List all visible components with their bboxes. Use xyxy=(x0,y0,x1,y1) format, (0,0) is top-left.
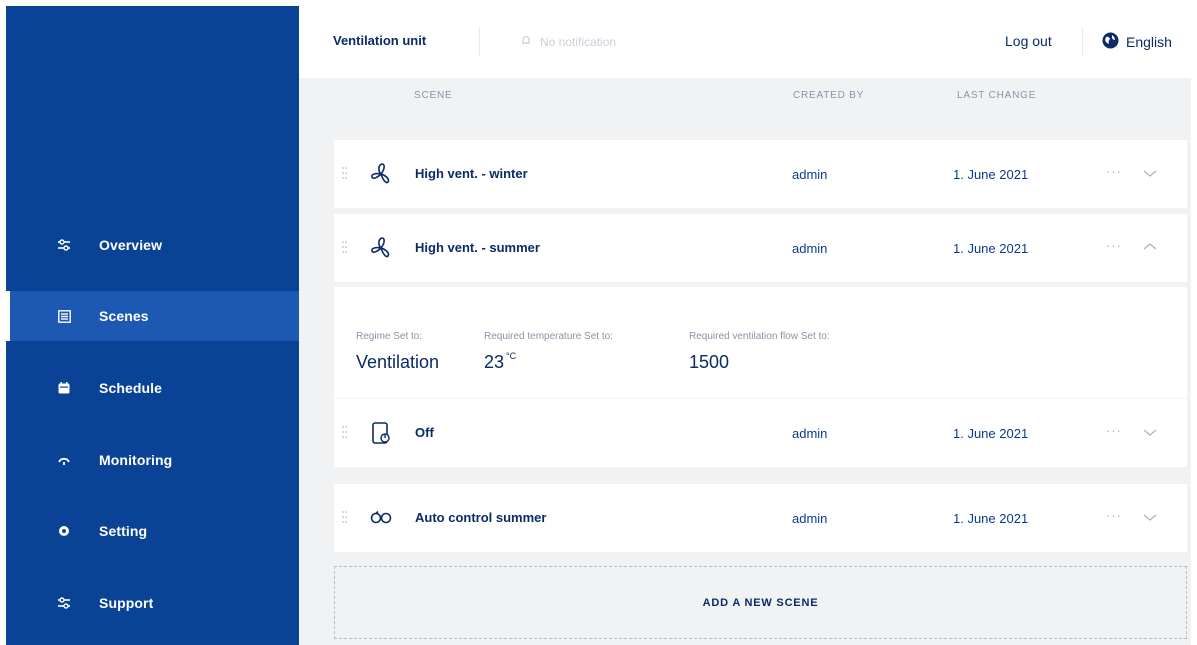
chevron-up-icon[interactable] xyxy=(1142,240,1158,252)
scene-name: Auto control summer xyxy=(415,510,547,525)
temperature-unit: °C xyxy=(506,351,517,361)
drag-handle-icon[interactable] xyxy=(342,511,348,525)
more-options-icon[interactable]: ··· xyxy=(1106,423,1122,438)
globe-icon xyxy=(1102,32,1119,52)
sidebar-item-label: Overview xyxy=(99,237,163,253)
notification-text: No notification xyxy=(540,34,617,49)
chevron-down-icon[interactable] xyxy=(1142,425,1158,437)
divider xyxy=(479,28,480,56)
scene-name: Off xyxy=(415,425,434,440)
column-header-scene: SCENE xyxy=(414,90,453,101)
sliders-icon xyxy=(56,595,72,611)
language-selector[interactable]: English xyxy=(1102,32,1172,52)
drag-handle-icon[interactable] xyxy=(342,241,348,255)
sidebar-item-monitoring[interactable]: Monitoring xyxy=(6,435,299,485)
last-change: 1. June 2021 xyxy=(953,241,1029,256)
more-options-icon[interactable]: ··· xyxy=(1106,164,1122,179)
calendar-icon xyxy=(56,380,72,396)
last-change: 1. June 2021 xyxy=(953,511,1029,526)
sidebar-item-label: Support xyxy=(99,595,154,611)
power-off-icon xyxy=(368,420,394,446)
main-content: Ventilation unit No notification Log out… xyxy=(299,6,1191,645)
sidebar-item-label: Setting xyxy=(99,523,148,539)
temperature-number: 23 xyxy=(484,352,505,372)
auto-control-icon xyxy=(368,505,394,531)
chevron-down-icon[interactable] xyxy=(1142,510,1158,522)
language-label: English xyxy=(1126,34,1172,50)
temperature-label: Required temperature Set to: xyxy=(484,331,613,342)
fan-icon xyxy=(368,161,394,187)
drag-handle-icon[interactable] xyxy=(342,426,348,440)
notification-status: No notification xyxy=(520,34,616,49)
divider xyxy=(1082,28,1083,56)
last-change: 1. June 2021 xyxy=(953,426,1029,441)
drag-handle-icon[interactable] xyxy=(342,167,348,181)
created-by: admin xyxy=(792,511,828,526)
divider xyxy=(334,286,1187,287)
sliders-icon xyxy=(56,237,72,253)
regime-value: Ventilation xyxy=(356,352,440,372)
column-header-last-change: LAST CHANGE xyxy=(957,90,1037,101)
scene-row[interactable]: High vent. - winter admin 1. June 2021 ·… xyxy=(334,140,1187,208)
add-new-scene-button[interactable]: ADD A NEW SCENE xyxy=(334,566,1187,639)
logout-link[interactable]: Log out xyxy=(1005,33,1052,49)
scene-name: High vent. - winter xyxy=(415,166,528,181)
created-by: admin xyxy=(792,167,828,182)
sidebar-item-label: Schedule xyxy=(99,380,163,396)
created-by: admin xyxy=(792,241,828,256)
flow-label: Required ventilation flow Set to: xyxy=(689,331,830,342)
scene-details-panel: Regime Set to: Required temperature Set … xyxy=(334,286,1187,398)
sidebar: Overview Scenes Schedule Monitoring Sett… xyxy=(6,6,299,645)
top-bar: Ventilation unit No notification Log out… xyxy=(299,6,1191,78)
unit-title: Ventilation unit xyxy=(333,33,427,48)
more-options-icon[interactable]: ··· xyxy=(1106,508,1122,523)
fan-icon xyxy=(368,235,394,261)
scene-row[interactable]: High vent. - summer admin 1. June 2021 ·… xyxy=(334,214,1187,282)
created-by: admin xyxy=(792,426,828,441)
more-options-icon[interactable]: ··· xyxy=(1106,238,1122,253)
scene-row[interactable]: Off admin 1. June 2021 ··· xyxy=(334,399,1187,467)
sidebar-item-scenes[interactable]: Scenes xyxy=(6,291,299,341)
last-change: 1. June 2021 xyxy=(953,167,1029,182)
list-icon xyxy=(56,308,72,324)
gear-icon xyxy=(56,523,72,539)
sidebar-item-label: Scenes xyxy=(99,308,149,324)
scene-name: High vent. - summer xyxy=(415,240,540,255)
sidebar-item-setting[interactable]: Setting xyxy=(6,506,299,556)
gauge-icon xyxy=(56,452,72,468)
temperature-value: 23 °C xyxy=(484,351,517,373)
chevron-down-icon[interactable] xyxy=(1142,166,1158,178)
sidebar-item-schedule[interactable]: Schedule xyxy=(6,363,299,413)
add-new-scene-label: ADD A NEW SCENE xyxy=(702,596,819,609)
flow-value: 1500 xyxy=(689,352,730,372)
sidebar-item-overview[interactable]: Overview xyxy=(6,220,299,270)
column-header-created-by: CREATED BY xyxy=(793,90,865,101)
scene-row[interactable]: Auto control summer admin 1. June 2021 ·… xyxy=(334,484,1187,552)
regime-label: Regime Set to: xyxy=(356,331,423,342)
bell-icon xyxy=(520,34,532,49)
sidebar-item-support[interactable]: Support xyxy=(6,578,299,628)
sidebar-item-label: Monitoring xyxy=(99,452,173,468)
